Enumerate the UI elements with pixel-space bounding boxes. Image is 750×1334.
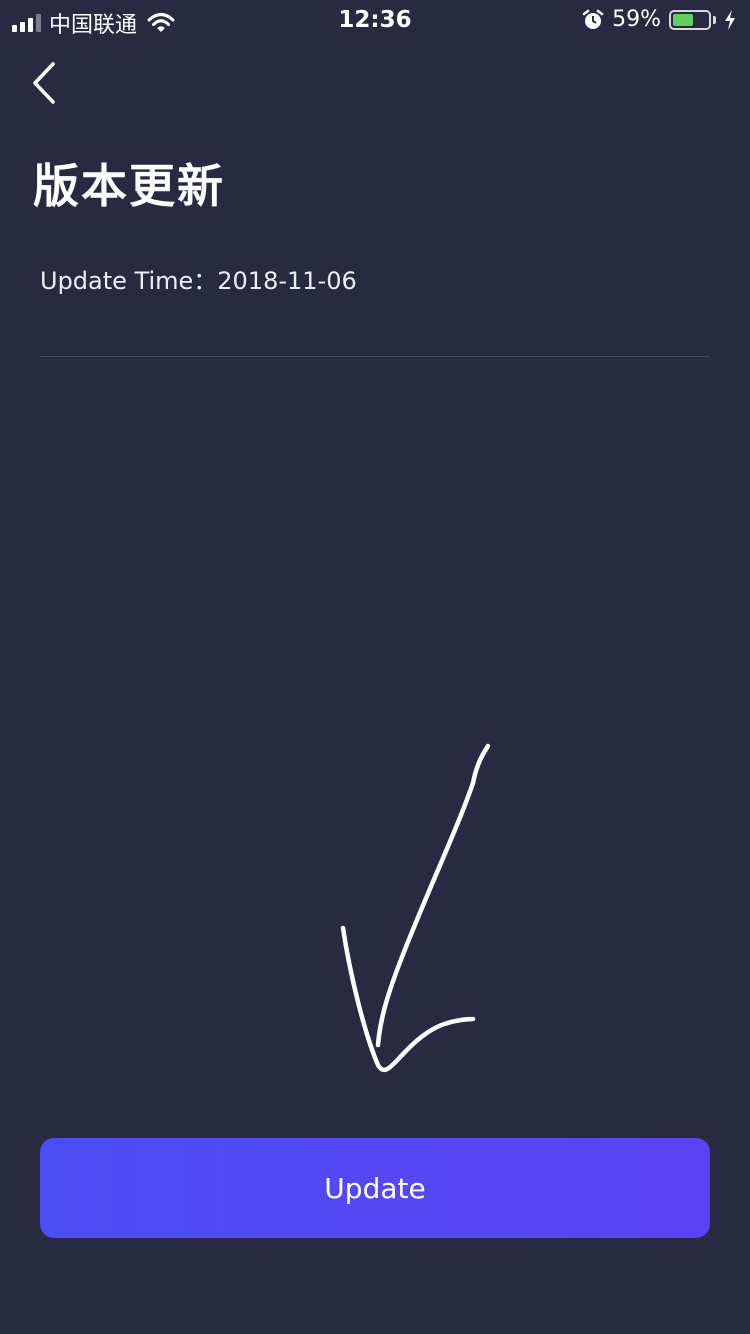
update-time-value: 2018-11-06 [217,267,357,295]
status-right: 59% [582,7,736,32]
back-button[interactable] [26,58,66,108]
charging-icon [725,9,735,30]
divider [40,356,710,357]
alarm-icon [582,9,604,29]
chevron-left-icon [33,62,55,104]
update-time-label: Update Time： [40,267,218,295]
battery-percent: 59% [612,7,661,32]
hand-drawn-arrow-icon [340,743,491,1073]
page-title: 版本更新 [33,159,225,213]
update-button[interactable]: Update [40,1138,710,1238]
battery-icon [669,9,711,30]
battery-level-fill [673,13,694,26]
status-bar: 中国联通 12:36 59% [0,0,750,40]
battery-tip [713,15,716,24]
update-time-row: Update Time：2018-11-06 [40,261,357,296]
